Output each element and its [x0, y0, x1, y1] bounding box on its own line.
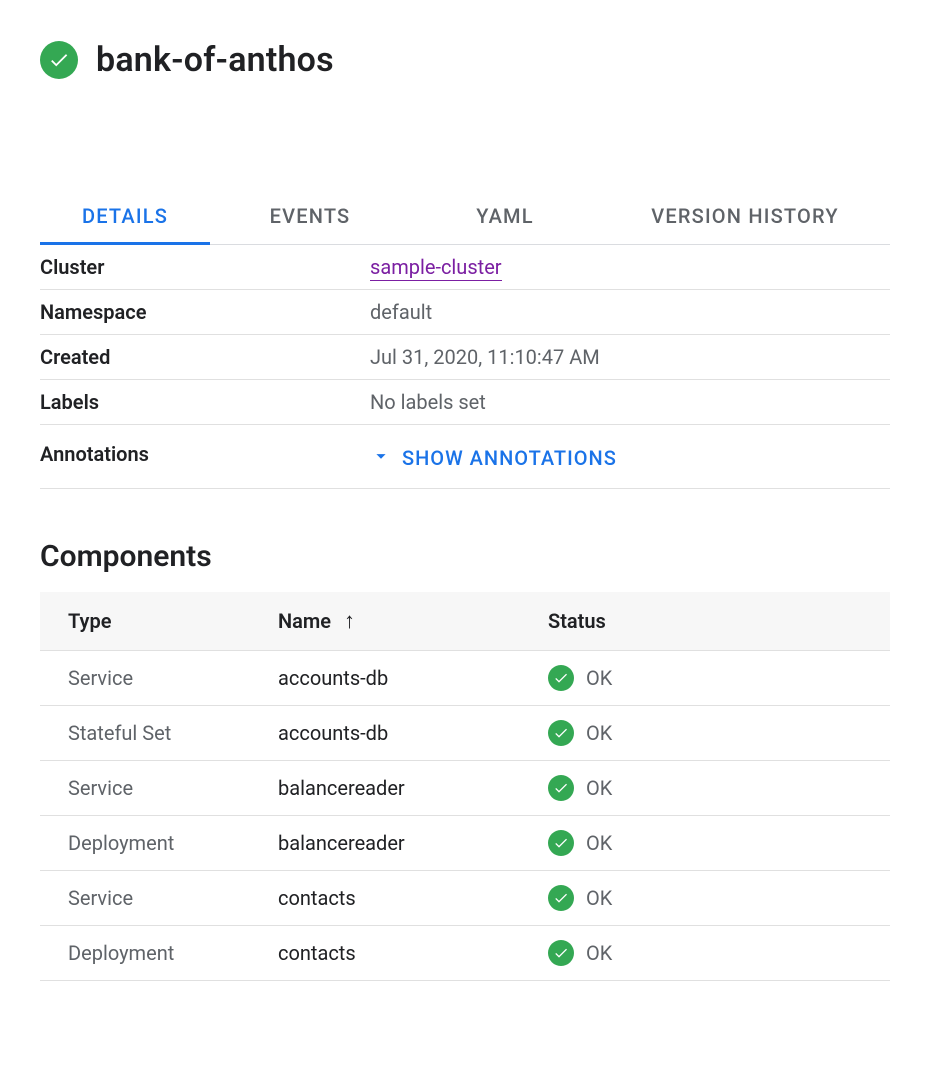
component-name: balancereader	[250, 816, 520, 871]
detail-row-labels: Labels No labels set	[40, 380, 890, 425]
status-text: OK	[586, 831, 612, 855]
status-ok-icon	[548, 665, 574, 691]
component-status: OK	[520, 706, 890, 761]
detail-row-created: Created Jul 31, 2020, 11:10:47 AM	[40, 335, 890, 380]
status-text: OK	[586, 666, 612, 690]
component-status: OK	[520, 816, 890, 871]
tab-events[interactable]: EVENTS	[210, 190, 410, 244]
component-name: balancereader	[250, 761, 520, 816]
status-text: OK	[586, 941, 612, 965]
tab-version-history[interactable]: VERSION HISTORY	[600, 190, 890, 244]
show-annotations-label: SHOW ANNOTATIONS	[402, 446, 617, 470]
status-ok-icon	[548, 720, 574, 746]
component-name: contacts	[250, 871, 520, 926]
column-header-name[interactable]: Name ↑	[250, 592, 520, 651]
cluster-link[interactable]: sample-cluster	[370, 255, 502, 281]
detail-value: No labels set	[370, 390, 890, 414]
detail-row-namespace: Namespace default	[40, 290, 890, 335]
show-annotations-toggle[interactable]: SHOW ANNOTATIONS	[370, 445, 617, 471]
detail-label: Annotations	[40, 442, 370, 466]
component-status: OK	[520, 651, 890, 706]
component-status: OK	[520, 871, 890, 926]
component-name: accounts-db	[250, 706, 520, 761]
components-table: Type Name ↑ Status Serviceaccounts-dbOKS…	[40, 592, 890, 981]
details-panel: Cluster sample-cluster Namespace default…	[40, 245, 890, 489]
sort-ascending-icon: ↑	[344, 609, 355, 634]
detail-label: Created	[40, 345, 370, 369]
table-row[interactable]: Serviceaccounts-db OK	[40, 651, 890, 706]
component-name: contacts	[250, 926, 520, 981]
status-text: OK	[586, 721, 612, 745]
chevron-down-icon	[370, 445, 392, 471]
page-header: bank-of-anthos	[40, 40, 890, 80]
component-type: Service	[40, 871, 250, 926]
table-row[interactable]: Stateful Setaccounts-db OK	[40, 706, 890, 761]
detail-label: Namespace	[40, 300, 370, 324]
status-text: OK	[586, 776, 612, 800]
table-row[interactable]: Servicebalancereader OK	[40, 761, 890, 816]
tab-yaml[interactable]: YAML	[410, 190, 600, 244]
status-ok-icon	[548, 940, 574, 966]
status-ok-icon	[548, 885, 574, 911]
detail-row-annotations: Annotations SHOW ANNOTATIONS	[40, 425, 890, 489]
status-ok-icon	[548, 775, 574, 801]
column-header-status[interactable]: Status	[520, 592, 890, 651]
page-title: bank-of-anthos	[96, 40, 334, 80]
component-name: accounts-db	[250, 651, 520, 706]
table-row[interactable]: Deploymentbalancereader OK	[40, 816, 890, 871]
detail-value: Jul 31, 2020, 11:10:47 AM	[370, 345, 890, 369]
component-type: Service	[40, 651, 250, 706]
component-type: Deployment	[40, 926, 250, 981]
detail-label: Cluster	[40, 255, 370, 279]
component-type: Service	[40, 761, 250, 816]
detail-label: Labels	[40, 390, 370, 414]
components-heading: Components	[40, 539, 890, 574]
status-ok-icon	[548, 830, 574, 856]
status-ok-icon	[40, 41, 78, 79]
column-header-type[interactable]: Type	[40, 592, 250, 651]
component-type: Stateful Set	[40, 706, 250, 761]
component-status: OK	[520, 761, 890, 816]
table-row[interactable]: Deploymentcontacts OK	[40, 926, 890, 981]
detail-row-cluster: Cluster sample-cluster	[40, 245, 890, 290]
component-status: OK	[520, 926, 890, 981]
component-type: Deployment	[40, 816, 250, 871]
detail-value: default	[370, 300, 890, 324]
table-row[interactable]: Servicecontacts OK	[40, 871, 890, 926]
status-text: OK	[586, 886, 612, 910]
tab-bar: DETAILS EVENTS YAML VERSION HISTORY	[40, 190, 890, 245]
tab-details[interactable]: DETAILS	[40, 190, 210, 245]
